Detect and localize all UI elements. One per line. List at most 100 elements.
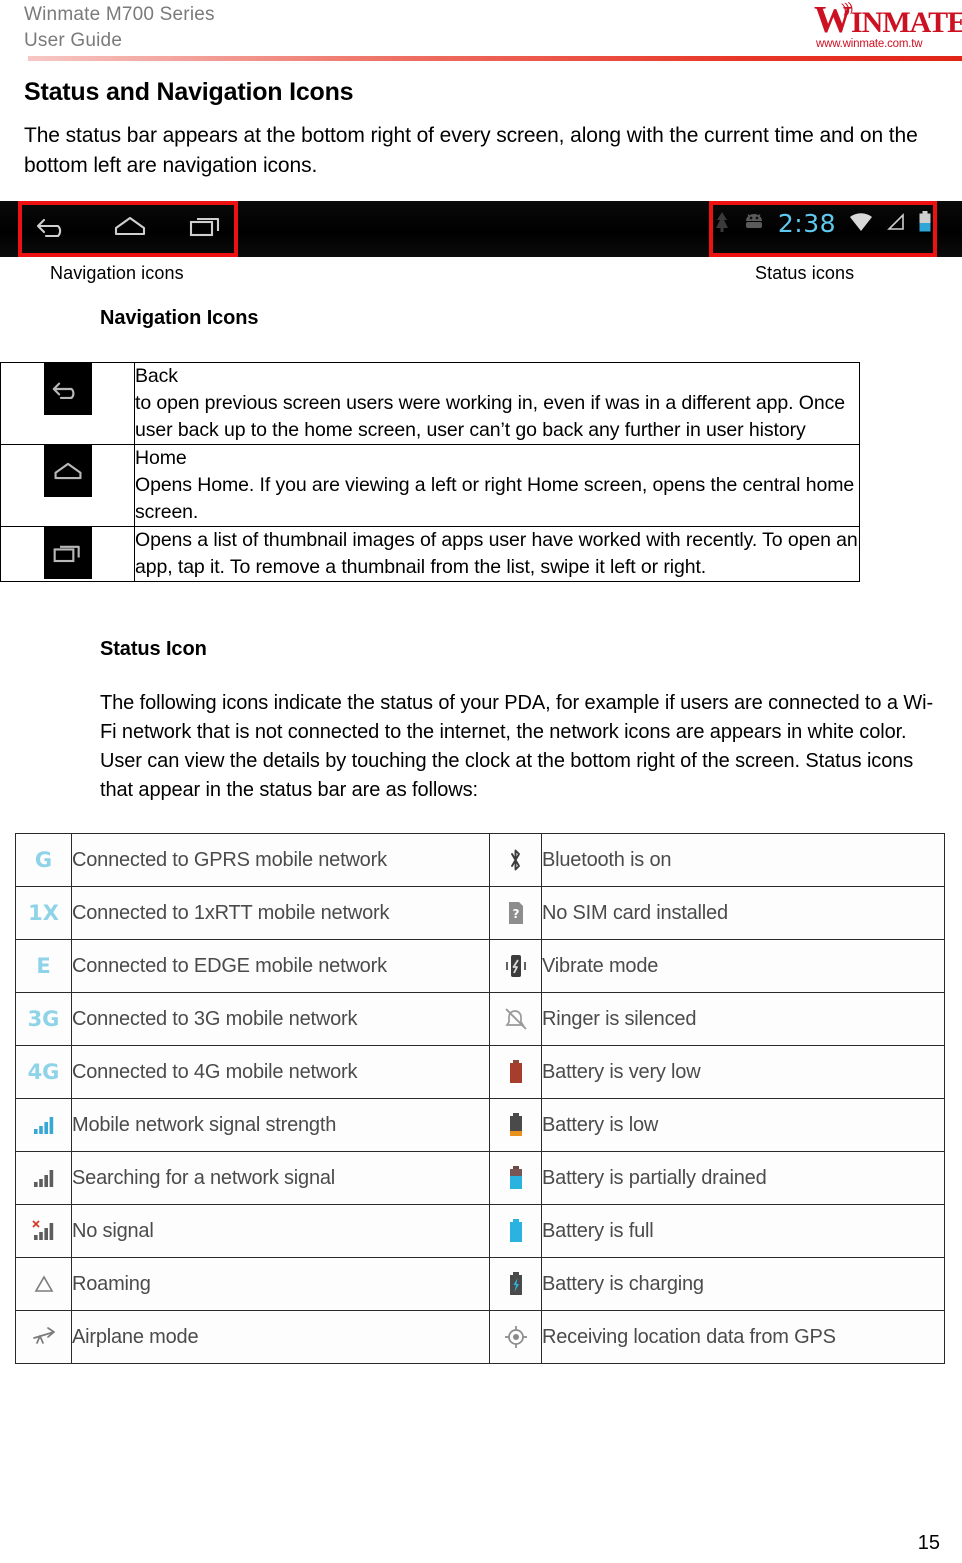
- vibrate-mode-icon: [489, 939, 542, 993]
- table-row: Opens a list of thumbnail images of apps…: [0, 526, 860, 582]
- logo-wordmark-rest: INMATE: [851, 6, 962, 39]
- nav-row-description-home: Opens Home. If you are viewing a left or…: [135, 474, 855, 523]
- status-label-battery-very-low: Battery is very low: [541, 1045, 945, 1099]
- android-bar-figure: 2:38 Navigation icons Status icons: [0, 201, 962, 283]
- table-row: Roaming Battery is charging: [15, 1257, 945, 1311]
- table-row: 3G Connected to 3G mobile network Ringer…: [15, 992, 945, 1046]
- no-sim-glyph: ?: [499, 896, 533, 930]
- airplane-mode-icon: [15, 1310, 72, 1364]
- status-icons-table: G Connected to GPRS mobile network Bluet…: [15, 833, 945, 1364]
- signal-strength-icon: [15, 1098, 72, 1152]
- navigation-icons-heading: Navigation Icons: [100, 307, 259, 329]
- nav-row-icon-cell-back: [0, 362, 135, 445]
- nav-row-description-recents: Opens a list of thumbnail images of apps…: [135, 529, 858, 578]
- nav-row-desc-cell-home: Home Opens Home. If you are viewing a le…: [134, 444, 860, 527]
- table-row: 1X Connected to 1xRTT mobile network ? N…: [15, 886, 945, 940]
- roaming-icon: [15, 1257, 72, 1311]
- page-header: Winmate M700 Series User Guide WINMATE )…: [0, 0, 962, 72]
- status-label-gps: Receiving location data from GPS: [541, 1310, 945, 1364]
- logo-url: www.winmate.com.tw: [816, 38, 923, 50]
- logo-mark: WINMATE ))) www.winmate.com.tw: [814, 0, 962, 50]
- navigation-icons-table: Back to open previous screen users were …: [0, 362, 860, 582]
- svg-text:?: ?: [512, 907, 519, 921]
- table-row: Mobile network signal strength Battery i…: [15, 1098, 945, 1152]
- battery-full-glyph: [499, 1214, 533, 1248]
- page-title: Status and Navigation Icons: [24, 78, 354, 106]
- status-label-1xrtt: Connected to 1xRTT mobile network: [71, 886, 490, 940]
- status-label-bluetooth: Bluetooth is on: [541, 833, 945, 887]
- bluetooth-icon: [489, 833, 542, 887]
- status-label-battery-low: Battery is low: [541, 1098, 945, 1152]
- nav-row-name-back: Back: [135, 365, 178, 387]
- nav-row-description-back: to open previous screen users were worki…: [135, 392, 845, 441]
- battery-partial-icon: [489, 1151, 542, 1205]
- status-label-ringer-silenced: Ringer is silenced: [541, 992, 945, 1046]
- roaming-glyph: [27, 1267, 61, 1301]
- status-icon-section: Status Icon The following icons indicate…: [100, 638, 945, 805]
- nav-row-icon-cell-home: [0, 444, 135, 527]
- status-label-battery-charging: Battery is charging: [541, 1257, 945, 1311]
- logo-wordmark: WINMATE: [814, 1, 962, 39]
- header-divider-rule: [28, 56, 962, 61]
- navigation-icons-highlight-box: [18, 201, 238, 257]
- nav-row-desc-cell-back: Back to open previous screen users were …: [134, 362, 860, 445]
- status-label-battery-partial: Battery is partially drained: [541, 1151, 945, 1205]
- no-signal-icon: [15, 1204, 72, 1258]
- gps-location-icon: [489, 1310, 542, 1364]
- status-label-signal-strength: Mobile network signal strength: [71, 1098, 490, 1152]
- nav-row-desc-cell-recents: Opens a list of thumbnail images of apps…: [134, 526, 860, 582]
- status-icon-intro-paragraph: The following icons indicate the status …: [100, 692, 934, 801]
- nav-row-icon-cell-recents: [0, 526, 135, 582]
- signal-strength-glyph: [27, 1108, 61, 1142]
- status-label-roaming: Roaming: [71, 1257, 490, 1311]
- table-row: No signal Battery is full: [15, 1204, 945, 1258]
- table-row: Searching for a network signal Battery i…: [15, 1151, 945, 1205]
- figure-caption-navigation: Navigation icons: [50, 263, 184, 283]
- recents-icon[interactable]: [43, 527, 92, 579]
- signal-searching-icon: [15, 1151, 72, 1205]
- winmate-logo: WINMATE ))) www.winmate.com.tw: [814, 0, 962, 58]
- fourg-text-icon: 4G: [15, 1045, 72, 1099]
- status-label-airplane-mode: Airplane mode: [71, 1310, 490, 1364]
- battery-very-low-glyph: [499, 1055, 533, 1089]
- home-icon[interactable]: [43, 445, 92, 497]
- status-label-signal-searching: Searching for a network signal: [71, 1151, 490, 1205]
- battery-low-glyph: [499, 1108, 533, 1142]
- onexrtt-text-icon: 1X: [15, 886, 72, 940]
- table-row: G Connected to GPRS mobile network Bluet…: [15, 833, 945, 887]
- battery-charging-icon: [489, 1257, 542, 1311]
- nav-row-name-home: Home: [135, 447, 187, 469]
- section-intro-paragraph: The status bar appears at the bottom rig…: [24, 124, 918, 177]
- battery-charging-glyph: [499, 1267, 533, 1301]
- no-signal-glyph: [27, 1214, 61, 1248]
- page-number: 15: [917, 1532, 940, 1554]
- battery-full-icon: [489, 1204, 542, 1258]
- navigation-icons-section: Navigation Icons: [100, 307, 962, 330]
- status-label-no-sim: No SIM card installed: [541, 886, 945, 940]
- navigation-icons-table-wrap: Back to open previous screen users were …: [0, 362, 962, 582]
- status-label-no-signal: No signal: [71, 1204, 490, 1258]
- table-row: Home Opens Home. If you are viewing a le…: [0, 444, 860, 527]
- status-label-3g: Connected to 3G mobile network: [71, 992, 490, 1046]
- ringer-silenced-glyph: [499, 1002, 533, 1036]
- status-label-4g: Connected to 4G mobile network: [71, 1045, 490, 1099]
- table-row: Back to open previous screen users were …: [0, 362, 860, 445]
- edge-text-icon: E: [15, 939, 72, 993]
- logo-signal-waves-icon: ))): [840, 0, 854, 16]
- battery-low-icon: [489, 1098, 542, 1152]
- table-row: 4G Connected to 4G mobile network Batter…: [15, 1045, 945, 1099]
- back-icon[interactable]: [43, 363, 92, 415]
- status-icon-heading: Status Icon: [100, 638, 207, 660]
- status-icons-table-wrap: G Connected to GPRS mobile network Bluet…: [0, 833, 962, 1364]
- battery-very-low-icon: [489, 1045, 542, 1099]
- no-sim-card-icon: ?: [489, 886, 542, 940]
- battery-partial-glyph: [499, 1161, 533, 1195]
- gps-glyph: [499, 1320, 533, 1354]
- table-row: E Connected to EDGE mobile network Vibra…: [15, 939, 945, 993]
- signal-searching-glyph: [27, 1161, 61, 1195]
- figure-caption-status: Status icons: [755, 263, 855, 283]
- table-row: Airplane mode Receiving location data fr…: [15, 1310, 945, 1364]
- airplane-glyph: [27, 1320, 61, 1354]
- status-label-edge: Connected to EDGE mobile network: [71, 939, 490, 993]
- bluetooth-glyph: [499, 843, 533, 877]
